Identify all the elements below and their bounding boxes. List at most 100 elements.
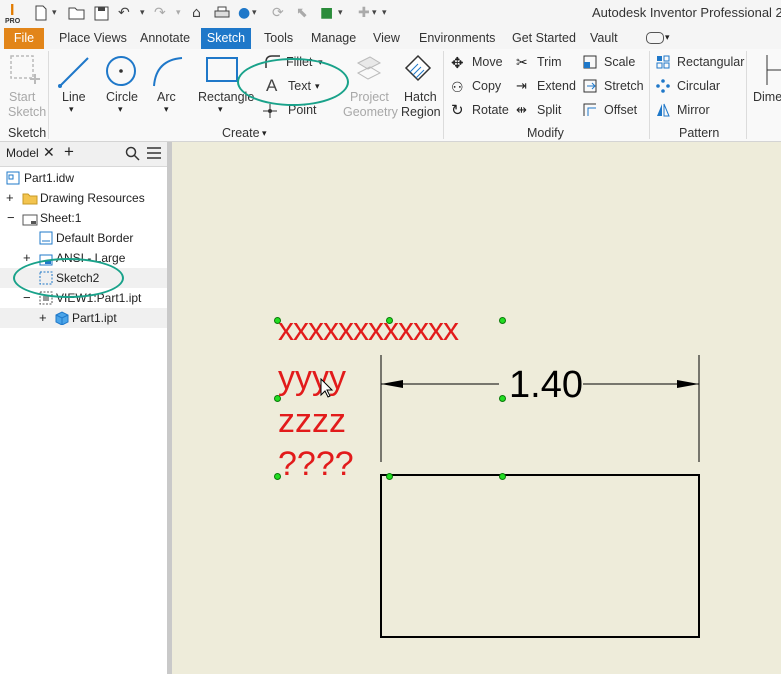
expand-icon[interactable]: + xyxy=(6,188,14,208)
rectangle-icon[interactable] xyxy=(205,56,239,87)
offset-icon[interactable] xyxy=(583,103,597,120)
copy-label[interactable]: Copy xyxy=(472,79,501,93)
panel-options-icon[interactable] xyxy=(646,32,664,44)
tab-file[interactable]: File xyxy=(4,28,44,49)
add-dropdown-icon[interactable]: ▾ xyxy=(372,5,377,21)
redo-icon[interactable]: ↷ xyxy=(154,5,166,21)
close-icon[interactable]: ✕ xyxy=(43,144,55,161)
arc-dropdown-icon[interactable]: ▾ xyxy=(164,104,169,115)
tree-item-part1-ipt[interactable]: + Part1.ipt xyxy=(0,308,167,328)
tab-get-started[interactable]: Get Started xyxy=(512,28,576,49)
rectangular-pattern-label[interactable]: Rectangular xyxy=(677,55,744,69)
line-label[interactable]: Line xyxy=(62,90,86,104)
tree-item-drawing-resources[interactable]: + Drawing Resources xyxy=(0,188,167,208)
project-dropdown-icon[interactable]: ▾ xyxy=(252,5,257,21)
tab-view[interactable]: View xyxy=(373,28,400,49)
scale-icon[interactable] xyxy=(583,55,597,72)
menu-icon[interactable] xyxy=(147,147,161,162)
dimension-value[interactable]: 1.40 xyxy=(509,363,583,407)
trim-label[interactable]: Trim xyxy=(537,55,562,69)
line-dropdown-icon[interactable]: ▾ xyxy=(69,104,74,115)
rectangle-dropdown-icon[interactable]: ▾ xyxy=(218,104,223,115)
home-icon[interactable]: ⌂ xyxy=(192,5,201,21)
browser-tab-model[interactable]: Model xyxy=(6,146,39,160)
project-geometry-icon[interactable] xyxy=(352,55,384,88)
appearance-dropdown-icon[interactable]: ▾ xyxy=(338,5,343,21)
collapse-icon[interactable]: − xyxy=(7,208,15,228)
rectangular-pattern-icon[interactable] xyxy=(656,55,670,72)
undo-icon[interactable]: ↶ xyxy=(118,5,130,21)
drawing-canvas[interactable]: xxxxxxxxxxxx yyyy zzzz ???? 1.40 xyxy=(172,142,781,674)
customize-qat-icon[interactable]: ▾ xyxy=(382,5,387,21)
undo-dropdown-icon[interactable]: ▾ xyxy=(140,5,145,21)
hatch-region-label-line1[interactable]: Hatch xyxy=(404,90,437,104)
arc-icon[interactable] xyxy=(150,54,184,91)
app-logo[interactable]: I PRO xyxy=(3,2,25,26)
copy-icon[interactable]: ⚇ xyxy=(451,79,464,96)
panel-options-dropdown-icon[interactable]: ▾ xyxy=(665,32,670,43)
sketch-point[interactable] xyxy=(386,473,393,480)
project-icon[interactable]: ● xyxy=(238,5,250,21)
circle-dropdown-icon[interactable]: ▾ xyxy=(118,104,123,115)
hatch-region-label-line2[interactable]: Region xyxy=(401,105,441,119)
rotate-label[interactable]: Rotate xyxy=(472,103,509,117)
new-icon[interactable] xyxy=(34,5,48,21)
mirror-label[interactable]: Mirror xyxy=(677,103,710,117)
stretch-label[interactable]: Stretch xyxy=(604,79,644,93)
tree-item-default-border[interactable]: Default Border xyxy=(0,228,167,248)
select-icon[interactable]: ⬉ xyxy=(296,5,308,21)
sketch-point[interactable] xyxy=(274,473,281,480)
mirror-icon[interactable] xyxy=(656,103,670,120)
sketch-point[interactable] xyxy=(274,317,281,324)
sketch-point[interactable] xyxy=(274,395,281,402)
extend-icon[interactable]: ⇥ xyxy=(516,78,527,94)
tree-item-sheet-1[interactable]: − Sheet:1 xyxy=(0,208,167,228)
hatch-region-icon[interactable] xyxy=(403,54,433,89)
sketch-point[interactable] xyxy=(499,473,506,480)
start-sketch-label-line1[interactable]: Start xyxy=(9,90,35,104)
add-icon[interactable]: ✚ xyxy=(358,5,370,21)
search-icon[interactable] xyxy=(125,146,140,164)
line-icon[interactable] xyxy=(57,55,91,92)
rotate-icon[interactable]: ↻ xyxy=(451,101,464,119)
trim-icon[interactable]: ✂ xyxy=(516,54,528,71)
open-icon[interactable] xyxy=(68,5,86,21)
split-icon[interactable]: ⇹ xyxy=(516,102,527,118)
sketch-text-line-1[interactable]: xxxxxxxxxxxx xyxy=(278,311,459,347)
sketch-text-line-2[interactable]: yyyy xyxy=(278,359,346,397)
move-label[interactable]: Move xyxy=(472,55,503,69)
appearance-icon[interactable]: ■ xyxy=(320,5,333,21)
split-label[interactable]: Split xyxy=(537,103,561,117)
tab-annotate[interactable]: Annotate xyxy=(140,28,190,49)
start-sketch-icon[interactable] xyxy=(9,54,43,89)
circle-label[interactable]: Circle xyxy=(106,90,138,104)
tab-tools[interactable]: Tools xyxy=(264,28,293,49)
tab-manage[interactable]: Manage xyxy=(311,28,356,49)
offset-label[interactable]: Offset xyxy=(604,103,637,117)
sketch-text-line-3[interactable]: zzzz xyxy=(278,402,346,440)
point-icon[interactable] xyxy=(263,104,277,121)
project-geometry-label-line2[interactable]: Geometry xyxy=(343,105,398,119)
sketch-point[interactable] xyxy=(499,395,506,402)
circular-pattern-icon[interactable] xyxy=(656,79,670,96)
add-browser-icon[interactable]: + xyxy=(64,142,74,162)
save-icon[interactable] xyxy=(94,5,109,21)
move-icon[interactable]: ✥ xyxy=(451,54,464,72)
tree-item-part1-idw[interactable]: Part1.idw xyxy=(0,168,167,188)
sketch-text-line-4[interactable]: ???? xyxy=(278,445,354,483)
sketch-point[interactable] xyxy=(499,317,506,324)
arc-label[interactable]: Arc xyxy=(157,90,176,104)
sketch-point[interactable] xyxy=(386,317,393,324)
create-panel-expand-icon[interactable]: ▾ xyxy=(262,128,267,139)
tab-environments[interactable]: Environments xyxy=(419,28,495,49)
sketch-rectangle[interactable] xyxy=(380,474,700,638)
stretch-icon[interactable] xyxy=(583,79,597,96)
tab-vault[interactable]: Vault xyxy=(590,28,618,49)
expand-icon[interactable]: + xyxy=(39,308,47,328)
extend-label[interactable]: Extend xyxy=(537,79,576,93)
tab-place-views[interactable]: Place Views xyxy=(59,28,127,49)
project-geometry-label-line1[interactable]: Project xyxy=(350,90,389,104)
new-dropdown-icon[interactable]: ▾ xyxy=(52,5,57,21)
tab-sketch[interactable]: Sketch xyxy=(201,28,251,49)
scale-label[interactable]: Scale xyxy=(604,55,635,69)
